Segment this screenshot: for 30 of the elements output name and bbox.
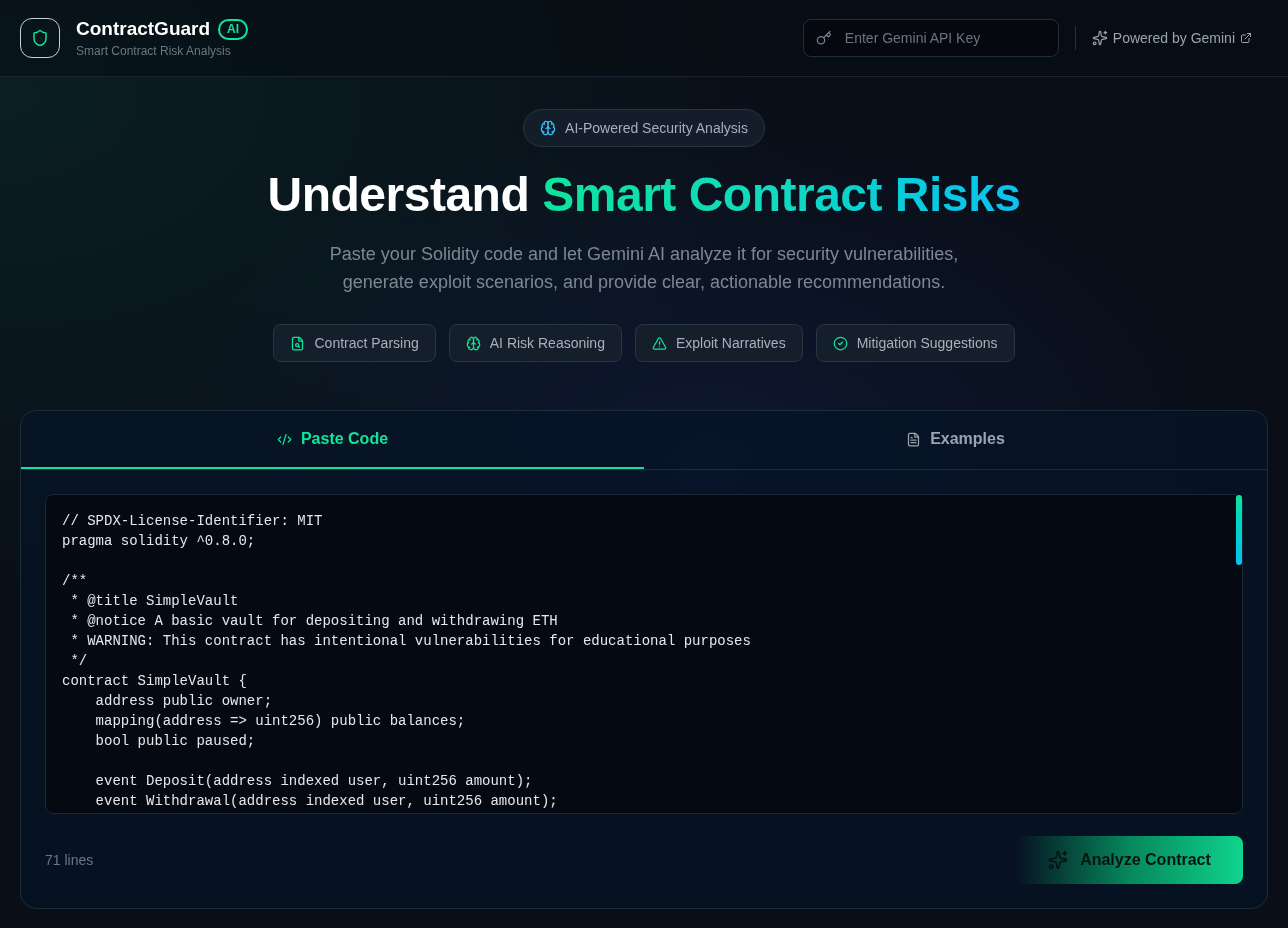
- document-icon: [906, 431, 922, 447]
- app-title: ContractGuard: [76, 17, 211, 41]
- line-count: 71 lines: [45, 850, 94, 870]
- brain-icon: [540, 120, 557, 136]
- editor-tab[interactable]: Paste Code: [21, 411, 644, 469]
- headline-text: Understand: [267, 167, 530, 223]
- ai-badge: AI: [218, 18, 249, 40]
- feature-chip: Contract Parsing: [273, 324, 436, 362]
- file-search-icon: [290, 335, 306, 351]
- key-icon: [815, 30, 832, 46]
- tagline-badge: AI-Powered Security Analysis: [523, 109, 765, 147]
- api-key-field[interactable]: Enter Gemini API Key: [802, 19, 1059, 57]
- sparkles-icon: [1048, 850, 1069, 870]
- external-link-icon: [1240, 32, 1252, 44]
- feature-chip: AI Risk Reasoning: [448, 324, 622, 362]
- powered-by-link[interactable]: Powered by Gemini: [1091, 19, 1268, 57]
- brain-icon: [465, 335, 481, 351]
- app-subtitle: Smart Contract Risk Analysis: [76, 43, 232, 59]
- scrollbar-thumb[interactable]: [1236, 495, 1242, 565]
- feature-chip: Mitigation Suggestions: [815, 324, 1015, 362]
- code-icon: [276, 431, 292, 447]
- shield-logo-icon: [20, 18, 60, 58]
- editor-tab[interactable]: Examples: [644, 411, 1267, 469]
- hero-description: Paste your Solidity code and let Gemini AI analyze it for security vulnerabilities, generate exploit scenarios, and provide clear, actionable recommendations.: [328, 243, 960, 294]
- check-circle-icon: [832, 335, 848, 351]
- feature-chip: Exploit Narratives: [634, 324, 803, 362]
- sparkles-icon: [1091, 30, 1108, 46]
- analyze-contract-button[interactable]: Analyze Contract: [1016, 836, 1243, 884]
- code-editor[interactable]: // SPDX-License-Identifier: MIT pragma solidity ^0.8.0; /** * @title SimpleVault * @notice A basic vault for depositing and withdrawing ETH * WARNING: This contract has intentional vulnerabilities for educational purposes */ contract SimpleVault { address public owner; mapping(address => uint256) public balances; bool public paused; event Deposit(address indexed user, uint256 amount); event Withdrawal(address indexed user, uint256 amount);: [45, 494, 1243, 814]
- warning-triangle-icon: [651, 335, 667, 351]
